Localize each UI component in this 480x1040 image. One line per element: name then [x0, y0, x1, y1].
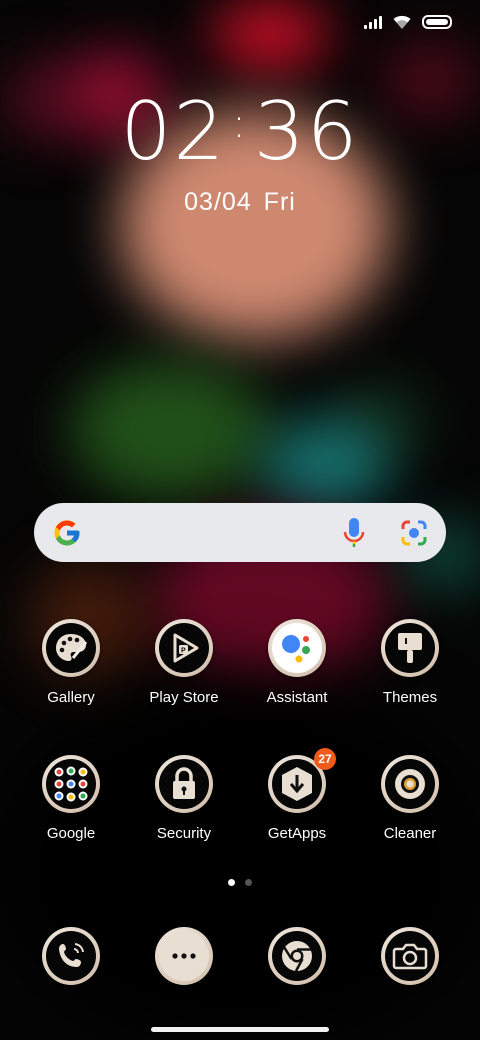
app-cleaner[interactable]: Cleaner [355, 755, 465, 842]
wifi-icon [393, 15, 411, 29]
clock-colon: : [232, 101, 248, 147]
google-logo-icon [54, 520, 80, 545]
clock-minutes: 36 [253, 85, 360, 178]
page-dot-active [228, 879, 235, 886]
page-dot [245, 879, 252, 886]
messages-icon [159, 931, 209, 981]
palette-icon [46, 623, 96, 673]
app-label: Assistant [266, 689, 328, 706]
notification-badge: 27 [314, 748, 336, 770]
chrome-icon [272, 931, 322, 981]
lock-icon [159, 759, 209, 809]
page-indicator[interactable] [228, 879, 252, 886]
app-getapps[interactable]: 27 GetApps [242, 748, 352, 842]
signal-icon [364, 15, 382, 29]
status-bar [364, 14, 452, 30]
app-themes[interactable]: Themes [355, 619, 465, 706]
app-assistant[interactable]: Assistant [242, 619, 352, 706]
download-icon [272, 759, 322, 809]
app-label: Play Store [149, 689, 219, 706]
app-label: Security [156, 825, 212, 842]
app-play-store[interactable]: P Play Store [129, 619, 239, 706]
lens-icon[interactable] [400, 519, 428, 547]
app-label: Google [46, 825, 96, 842]
dock-phone[interactable] [16, 927, 126, 985]
phone-icon [46, 931, 96, 981]
app-security[interactable]: Security [129, 755, 239, 842]
camera-icon [385, 931, 435, 981]
assistant-icon [272, 623, 322, 673]
app-label: Cleaner [383, 825, 437, 842]
svg-text:P: P [181, 648, 186, 655]
app-gallery[interactable]: Gallery [16, 619, 126, 706]
app-label: Gallery [47, 689, 95, 706]
app-label: GetApps [267, 825, 327, 842]
clock-time[interactable]: 02:36 [0, 92, 480, 172]
home-gesture-bar[interactable] [151, 1027, 329, 1032]
dock-camera[interactable] [355, 927, 465, 985]
google-search-bar[interactable] [34, 503, 446, 562]
mic-icon[interactable] [342, 515, 366, 551]
app-google-folder[interactable]: Google [16, 755, 126, 842]
play-store-icon: P [159, 623, 209, 673]
app-label: Themes [382, 689, 438, 706]
clock-date[interactable]: 03/04 Fri [0, 188, 480, 217]
clock-hours: 02 [120, 85, 227, 178]
dock-chrome[interactable] [242, 927, 352, 985]
battery-icon [422, 15, 452, 29]
dock-messages[interactable] [129, 927, 239, 985]
google-folder-icon [46, 759, 96, 809]
themes-brush-icon [385, 623, 435, 673]
cleaner-icon [385, 759, 435, 809]
